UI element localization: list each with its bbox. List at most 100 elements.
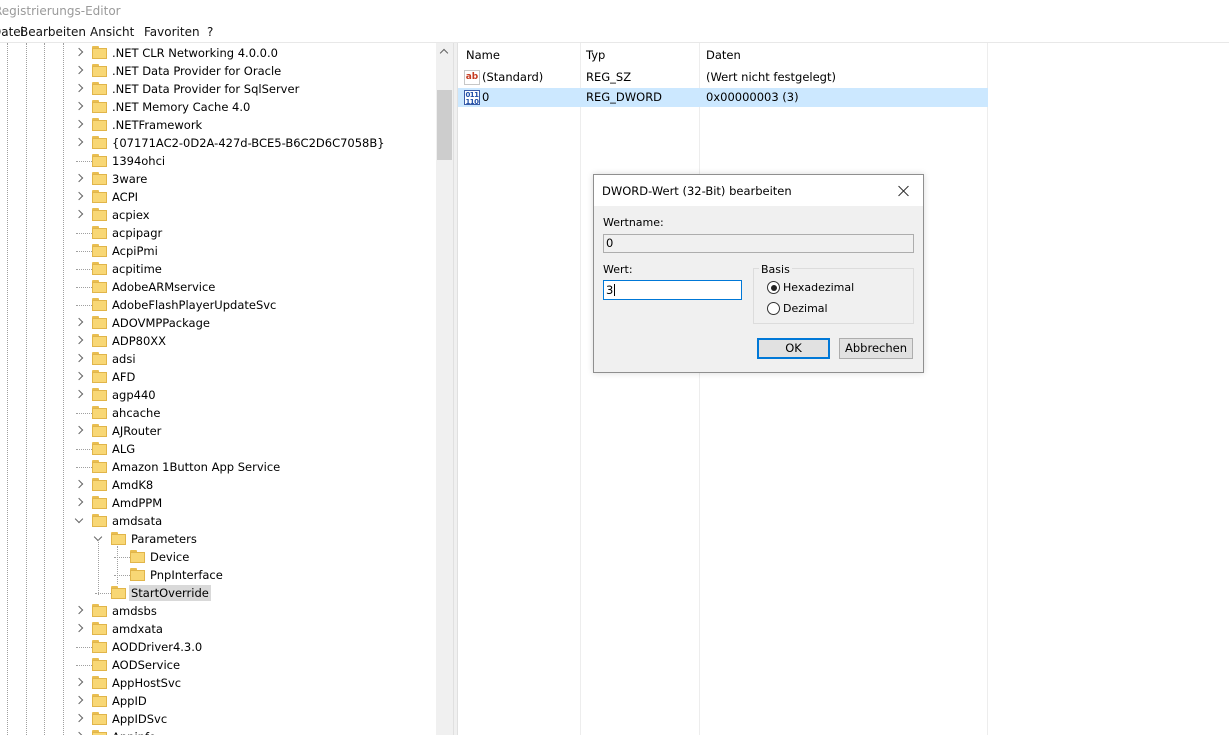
chevron-right-icon[interactable] bbox=[74, 678, 84, 688]
tree-node[interactable]: AODService bbox=[0, 656, 436, 674]
value-row[interactable]: ab (Standard) REG_SZ (Wert nicht festgel… bbox=[458, 68, 988, 87]
tree-node[interactable]: ahcache bbox=[0, 404, 436, 422]
tree-node[interactable]: AppID bbox=[0, 692, 436, 710]
scrollbar-thumb[interactable] bbox=[437, 90, 452, 160]
tree-node-label[interactable]: .NET Data Provider for Oracle bbox=[110, 63, 283, 79]
tree-node[interactable]: ALG bbox=[0, 440, 436, 458]
chevron-down-icon[interactable] bbox=[74, 516, 84, 526]
tree-node[interactable]: .NET CLR Networking 4.0.0.0 bbox=[0, 44, 436, 62]
tree-node[interactable]: Device bbox=[0, 548, 436, 566]
tree-node-label[interactable]: .NET Memory Cache 4.0 bbox=[110, 99, 252, 115]
tree-node-label[interactable]: StartOverride bbox=[129, 585, 211, 601]
tree-node[interactable]: AppHostSvc bbox=[0, 674, 436, 692]
tree-node-label[interactable]: {07171AC2-0D2A-427d-BCE5-B6C2D6C7058B} bbox=[110, 135, 387, 151]
tree-node-label[interactable]: amdsata bbox=[110, 513, 164, 529]
tree-node[interactable]: acpitime bbox=[0, 260, 436, 278]
tree-node-label[interactable]: ADP80XX bbox=[110, 333, 168, 349]
tree-node[interactable]: ACPI bbox=[0, 188, 436, 206]
tree-node[interactable]: amdxata bbox=[0, 620, 436, 638]
tree-node-label[interactable]: ACPI bbox=[110, 189, 140, 205]
tree-node[interactable]: AmdPPM bbox=[0, 494, 436, 512]
tree-node[interactable]: amdsbs bbox=[0, 602, 436, 620]
tree-node[interactable]: amdsata bbox=[0, 512, 436, 530]
tree-node-label[interactable]: .NET Data Provider for SqlServer bbox=[110, 81, 301, 97]
tree-node[interactable]: .NET Data Provider for Oracle bbox=[0, 62, 436, 80]
tree-node[interactable]: adsi bbox=[0, 350, 436, 368]
chevron-right-icon[interactable] bbox=[74, 354, 84, 364]
chevron-right-icon[interactable] bbox=[74, 120, 84, 130]
chevron-right-icon[interactable] bbox=[74, 390, 84, 400]
chevron-right-icon[interactable] bbox=[74, 102, 84, 112]
tree-node-label[interactable]: AFD bbox=[110, 369, 137, 385]
chevron-right-icon[interactable] bbox=[74, 192, 84, 202]
chevron-right-icon[interactable] bbox=[74, 624, 84, 634]
tree-node-label[interactable]: adsi bbox=[110, 351, 138, 367]
tree-node[interactable]: .NET Memory Cache 4.0 bbox=[0, 98, 436, 116]
value-row[interactable]: 011 110 0 REG_DWORD 0x00000003 (3) bbox=[458, 88, 988, 107]
tree-node[interactable]: .NET Data Provider for SqlServer bbox=[0, 80, 436, 98]
scroll-up-arrow-icon[interactable] bbox=[436, 43, 453, 60]
tree-node[interactable]: AmdK8 bbox=[0, 476, 436, 494]
close-icon[interactable] bbox=[894, 181, 914, 201]
tree-node-label[interactable]: AppID bbox=[110, 693, 149, 709]
tree-node-label[interactable]: acpiex bbox=[110, 207, 152, 223]
tree-node-label[interactable]: Appinfo bbox=[110, 729, 158, 735]
menu-favoriten[interactable]: Favoriten bbox=[144, 25, 200, 39]
tree-node[interactable]: StartOverride bbox=[0, 584, 436, 602]
ok-button[interactable]: OK bbox=[757, 338, 830, 359]
tree-node-label[interactable]: acpitime bbox=[110, 261, 164, 277]
tree-node-label[interactable]: AODDriver4.3.0 bbox=[110, 639, 204, 655]
tree-node[interactable]: Appinfo bbox=[0, 728, 436, 735]
tree-node-label[interactable]: AcpiPmi bbox=[110, 243, 160, 259]
chevron-right-icon[interactable] bbox=[74, 498, 84, 508]
tree-node-label[interactable]: AODService bbox=[110, 657, 182, 673]
tree-node[interactable]: AcpiPmi bbox=[0, 242, 436, 260]
tree-node[interactable]: acpiex bbox=[0, 206, 436, 224]
column-header-name[interactable]: Name bbox=[458, 43, 500, 68]
tree-node-label[interactable]: AppHostSvc bbox=[110, 675, 183, 691]
tree-node[interactable]: ADOVMPPackage bbox=[0, 314, 436, 332]
hexadecimal-label[interactable]: Hexadezimal bbox=[783, 281, 854, 294]
chevron-right-icon[interactable] bbox=[74, 606, 84, 616]
tree-node-label[interactable]: .NET CLR Networking 4.0.0.0 bbox=[110, 45, 280, 61]
cancel-button[interactable]: Abbrechen bbox=[839, 338, 913, 359]
chevron-right-icon[interactable] bbox=[74, 372, 84, 382]
tree-node[interactable]: AdobeFlashPlayerUpdateSvc bbox=[0, 296, 436, 314]
tree-node[interactable]: ADP80XX bbox=[0, 332, 436, 350]
tree-node-label[interactable]: ADOVMPPackage bbox=[110, 315, 212, 331]
chevron-right-icon[interactable] bbox=[74, 84, 84, 94]
tree-node-label[interactable]: 1394ohci bbox=[110, 153, 167, 169]
menu-ansicht[interactable]: Ansicht bbox=[90, 25, 134, 39]
decimal-radio[interactable] bbox=[767, 302, 780, 315]
tree-node[interactable]: AFD bbox=[0, 368, 436, 386]
tree-node[interactable]: AdobeARMservice bbox=[0, 278, 436, 296]
chevron-right-icon[interactable] bbox=[74, 480, 84, 490]
tree-node[interactable]: .NETFramework bbox=[0, 116, 436, 134]
registry-tree[interactable]: .NET CLR Networking 4.0.0.0 .NET Data Pro… bbox=[0, 43, 454, 735]
tree-scrollbar[interactable] bbox=[436, 43, 453, 735]
tree-node-label[interactable]: ahcache bbox=[110, 405, 162, 421]
tree-node[interactable]: agp440 bbox=[0, 386, 436, 404]
tree-node-label[interactable]: 3ware bbox=[110, 171, 149, 187]
tree-node[interactable]: 1394ohci bbox=[0, 152, 436, 170]
chevron-right-icon[interactable] bbox=[74, 336, 84, 346]
chevron-right-icon[interactable] bbox=[74, 66, 84, 76]
chevron-right-icon[interactable] bbox=[74, 210, 84, 220]
chevron-right-icon[interactable] bbox=[74, 714, 84, 724]
tree-node-label[interactable]: .NETFramework bbox=[110, 117, 204, 133]
hexadecimal-radio[interactable] bbox=[767, 281, 780, 294]
tree-node[interactable]: {07171AC2-0D2A-427d-BCE5-B6C2D6C7058B} bbox=[0, 134, 436, 152]
tree-node-label[interactable]: AdobeARMservice bbox=[110, 279, 217, 295]
menu-help[interactable]: ? bbox=[207, 25, 213, 39]
tree-node[interactable]: PnpInterface bbox=[0, 566, 436, 584]
tree-node-label[interactable]: ALG bbox=[110, 441, 137, 457]
value-input[interactable]: 3 bbox=[603, 280, 742, 300]
chevron-right-icon[interactable] bbox=[74, 696, 84, 706]
chevron-right-icon[interactable] bbox=[74, 174, 84, 184]
chevron-right-icon[interactable] bbox=[74, 426, 84, 436]
chevron-right-icon[interactable] bbox=[74, 138, 84, 148]
tree-node-label[interactable]: Parameters bbox=[129, 531, 199, 547]
tree-node-label[interactable]: PnpInterface bbox=[148, 567, 225, 583]
tree-node-label[interactable]: AJRouter bbox=[110, 423, 163, 439]
tree-node-label[interactable]: AppIDSvc bbox=[110, 711, 169, 727]
